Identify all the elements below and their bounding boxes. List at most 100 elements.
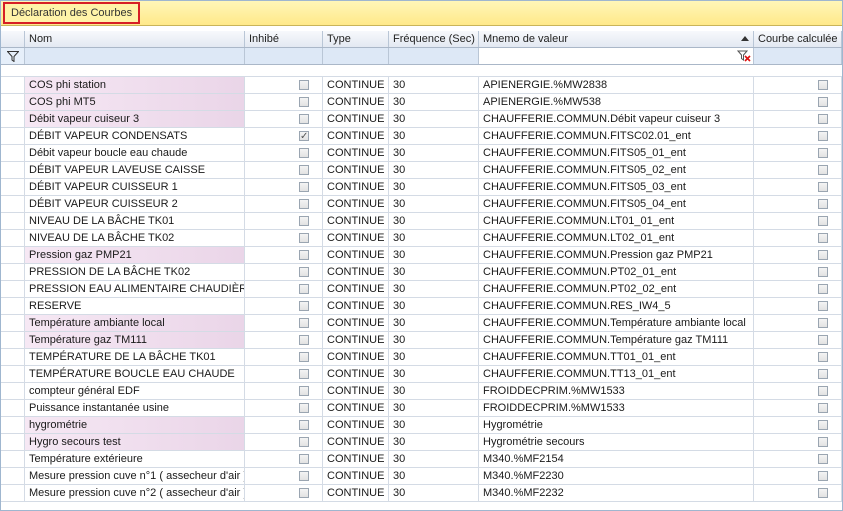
row-indicator[interactable]: [1, 94, 25, 110]
inhibe-checkbox[interactable]: [299, 216, 309, 226]
row-indicator[interactable]: [1, 485, 25, 501]
row-indicator[interactable]: [1, 349, 25, 365]
table-row[interactable]: PRESSION DE LA BÂCHE TK02 CONTINUE 30 CHAUF…: [1, 264, 842, 281]
cell-frequence[interactable]: 30: [389, 417, 479, 433]
filter-calculee[interactable]: [754, 48, 842, 64]
table-row[interactable]: Température ambiante local CONTINUE 30 CHAU…: [1, 315, 842, 332]
cell-mnemo[interactable]: FROIDDECPRIM.%MW1533: [479, 400, 754, 416]
inhibe-checkbox[interactable]: [299, 471, 309, 481]
clear-filter-icon[interactable]: [737, 49, 751, 63]
cell-type[interactable]: CONTINUE: [323, 417, 389, 433]
cell-mnemo[interactable]: CHAUFFERIE.COMMUN.Pression gaz PMP21: [479, 247, 754, 263]
cell-mnemo[interactable]: FROIDDECPRIM.%MW1533: [479, 383, 754, 399]
row-indicator[interactable]: [1, 213, 25, 229]
inhibe-checkbox[interactable]: [299, 386, 309, 396]
cell-type[interactable]: CONTINUE: [323, 349, 389, 365]
cell-nom[interactable]: COS phi station: [25, 77, 245, 93]
cell-frequence[interactable]: 30: [389, 264, 479, 280]
cell-frequence[interactable]: 30: [389, 451, 479, 467]
table-row[interactable]: NIVEAU DE LA BÂCHE TK01 CONTINUE 30 CHAUFFE…: [1, 213, 842, 230]
inhibe-checkbox[interactable]: [299, 420, 309, 430]
cell-mnemo[interactable]: APIENERGIE.%MW2838: [479, 77, 754, 93]
row-indicator[interactable]: [1, 179, 25, 195]
cell-frequence[interactable]: 30: [389, 383, 479, 399]
cell-mnemo[interactable]: CHAUFFERIE.COMMUN.TT01_01_ent: [479, 349, 754, 365]
inhibe-checkbox[interactable]: [299, 403, 309, 413]
header-nom[interactable]: Nom: [25, 31, 245, 47]
cell-mnemo[interactable]: M340.%MF2154: [479, 451, 754, 467]
row-indicator[interactable]: [1, 196, 25, 212]
cell-nom[interactable]: RESERVE: [25, 298, 245, 314]
cell-mnemo[interactable]: CHAUFFERIE.COMMUN.FITSC02.01_ent: [479, 128, 754, 144]
cell-frequence[interactable]: 30: [389, 485, 479, 501]
table-row[interactable]: Température gaz TM111 CONTINUE 30 CHAUFFERI…: [1, 332, 842, 349]
cell-frequence[interactable]: 30: [389, 230, 479, 246]
cell-mnemo[interactable]: CHAUFFERIE.COMMUN.FITS05_03_ent: [479, 179, 754, 195]
cell-nom[interactable]: NIVEAU DE LA BÂCHE TK02: [25, 230, 245, 246]
table-row[interactable]: Débit vapeur cuiseur 3 CONTINUE 30 CHAUFFER…: [1, 111, 842, 128]
row-indicator[interactable]: [1, 111, 25, 127]
row-indicator[interactable]: [1, 145, 25, 161]
calculee-checkbox[interactable]: [818, 250, 828, 260]
cell-nom[interactable]: compteur général EDF: [25, 383, 245, 399]
cell-type[interactable]: CONTINUE: [323, 332, 389, 348]
cell-type[interactable]: CONTINUE: [323, 145, 389, 161]
cell-nom[interactable]: hygrométrie: [25, 417, 245, 433]
cell-nom[interactable]: Débit vapeur boucle eau chaude: [25, 145, 245, 161]
row-indicator[interactable]: [1, 366, 25, 382]
cell-frequence[interactable]: 30: [389, 94, 479, 110]
cell-frequence[interactable]: 30: [389, 468, 479, 484]
row-indicator[interactable]: [1, 264, 25, 280]
cell-type[interactable]: CONTINUE: [323, 264, 389, 280]
cell-type[interactable]: CONTINUE: [323, 94, 389, 110]
cell-frequence[interactable]: 30: [389, 196, 479, 212]
calculee-checkbox[interactable]: [818, 199, 828, 209]
inhibe-checkbox[interactable]: [299, 318, 309, 328]
cell-nom[interactable]: DÉBIT VAPEUR CUISSEUR 2: [25, 196, 245, 212]
cell-frequence[interactable]: 30: [389, 213, 479, 229]
cell-nom[interactable]: Mesure pression cuve n°1 ( assecheur d'a…: [25, 468, 245, 484]
calculee-checkbox[interactable]: [818, 386, 828, 396]
row-indicator[interactable]: [1, 77, 25, 93]
calculee-checkbox[interactable]: [818, 182, 828, 192]
table-row[interactable]: compteur général EDF CONTINUE 30 FROIDDECPR…: [1, 383, 842, 400]
cell-frequence[interactable]: 30: [389, 332, 479, 348]
table-row[interactable]: TEMPÉRATURE DE LA BÂCHE TK01 CONTINUE 30 CH…: [1, 349, 842, 366]
inhibe-checkbox[interactable]: [299, 267, 309, 277]
cell-nom[interactable]: PRESSION DE LA BÂCHE TK02: [25, 264, 245, 280]
inhibe-checkbox[interactable]: [299, 352, 309, 362]
inhibe-checkbox[interactable]: [299, 437, 309, 447]
cell-nom[interactable]: Température extérieure: [25, 451, 245, 467]
header-mnemo[interactable]: Mnemo de valeur: [479, 31, 754, 47]
table-row[interactable]: DÉBIT VAPEUR CONDENSATS CONTINUE30CHAUFFE…: [1, 128, 842, 145]
cell-nom[interactable]: NIVEAU DE LA BÂCHE TK01: [25, 213, 245, 229]
cell-type[interactable]: CONTINUE: [323, 434, 389, 450]
inhibe-checkbox[interactable]: [299, 80, 309, 90]
calculee-checkbox[interactable]: [818, 97, 828, 107]
cell-nom[interactable]: Mesure pression cuve n°2 ( assecheur d'a…: [25, 485, 245, 501]
calculee-checkbox[interactable]: [818, 148, 828, 158]
cell-mnemo[interactable]: CHAUFFERIE.COMMUN.Débit vapeur cuiseur 3: [479, 111, 754, 127]
table-row[interactable]: RESERVE CONTINUE 30 CHAUFFERIE.COMMUN.RES_I…: [1, 298, 842, 315]
cell-type[interactable]: CONTINUE: [323, 179, 389, 195]
cell-type[interactable]: CONTINUE: [323, 111, 389, 127]
inhibe-checkbox[interactable]: [299, 114, 309, 124]
table-row[interactable]: hygrométrie CONTINUE 30 Hygrométrie: [1, 417, 842, 434]
cell-mnemo[interactable]: CHAUFFERIE.COMMUN.Température ambiante l…: [479, 315, 754, 331]
row-indicator[interactable]: [1, 298, 25, 314]
inhibe-checkbox[interactable]: [299, 165, 309, 175]
cell-type[interactable]: CONTINUE: [323, 128, 389, 144]
header-calculee[interactable]: Courbe calculée: [754, 31, 842, 47]
header-frequence[interactable]: Fréquence (Sec): [389, 31, 479, 47]
inhibe-checkbox[interactable]: [299, 301, 309, 311]
inhibe-checkbox[interactable]: [299, 129, 309, 144]
cell-nom[interactable]: DÉBIT VAPEUR CUISSEUR 1: [25, 179, 245, 195]
cell-nom[interactable]: TEMPÉRATURE BOUCLE EAU CHAUDE: [25, 366, 245, 382]
row-indicator[interactable]: [1, 434, 25, 450]
table-row[interactable]: Mesure pression cuve n°2 ( assecheur d'a…: [1, 485, 842, 502]
row-indicator[interactable]: [1, 468, 25, 484]
table-row[interactable]: Température extérieure CONTINUE 30 M340.%MF…: [1, 451, 842, 468]
cell-type[interactable]: CONTINUE: [323, 315, 389, 331]
calculee-checkbox[interactable]: [818, 165, 828, 175]
cell-mnemo[interactable]: CHAUFFERIE.COMMUN.FITS05_02_ent: [479, 162, 754, 178]
